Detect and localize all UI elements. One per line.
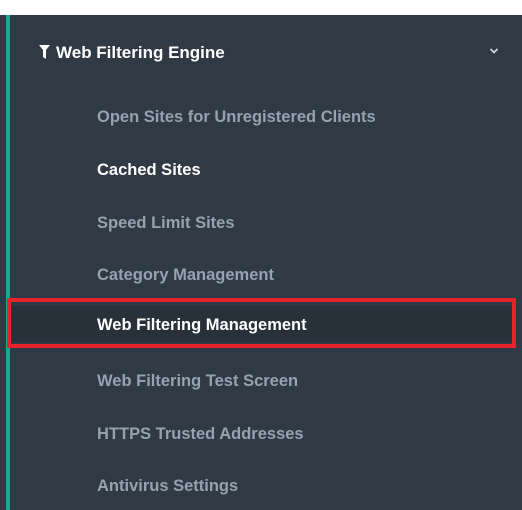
submenu-list: Open Sites for Unregistered Clients Cach…: [0, 15, 522, 510]
menu-item-label: Web Filtering Test Screen: [97, 372, 299, 390]
menu-item-label: Antivirus Settings: [97, 477, 239, 495]
menu-item-label: Cached Sites: [97, 161, 201, 179]
sidebar-menu: Web Filtering Engine Open Sites for Unre…: [0, 15, 522, 510]
menu-item-antivirus-settings[interactable]: Antivirus Settings: [10, 467, 517, 503]
menu-item-label: Web Filtering Management: [97, 316, 307, 334]
menu-item-https-trusted-addresses[interactable]: HTTPS Trusted Addresses: [10, 415, 517, 451]
menu-item-cached-sites[interactable]: Cached Sites: [10, 151, 517, 187]
menu-item-web-filtering-management[interactable]: Web Filtering Management: [10, 306, 517, 342]
menu-item-speed-limit-sites[interactable]: Speed Limit Sites: [10, 204, 517, 240]
menu-item-label: Speed Limit Sites: [97, 214, 235, 232]
menu-item-label: Open Sites for Unregistered Clients: [97, 108, 376, 126]
menu-item-open-sites-unregistered[interactable]: Open Sites for Unregistered Clients: [10, 98, 517, 134]
menu-item-label: HTTPS Trusted Addresses: [97, 425, 304, 443]
menu-item-web-filtering-test-screen[interactable]: Web Filtering Test Screen: [10, 362, 517, 398]
menu-item-category-management[interactable]: Category Management: [10, 256, 517, 292]
menu-item-label: Category Management: [97, 266, 274, 284]
